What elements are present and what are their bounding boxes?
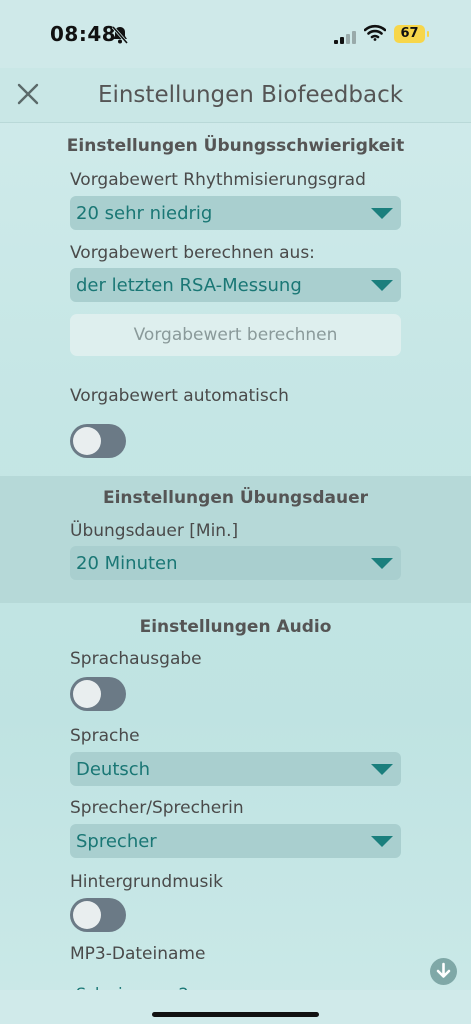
cellular-signal-icon [334,29,356,48]
target-value-label: Vorgabewert Rhythmisierungsgrad [70,170,366,190]
toggle-knob [73,680,101,708]
status-time: 08:48 [50,22,117,46]
bell-muted-icon [111,26,129,48]
language-select[interactable]: Deutsch [70,752,401,786]
page-title: Einstellungen Biofeedback [97,82,404,108]
home-indicator[interactable] [152,1012,319,1017]
duration-label: Übungsdauer [Min.] [70,521,239,541]
calc-from-select[interactable]: der letzten RSA-Messung [70,268,401,302]
calc-from-label: Vorgabewert berechnen aus: [70,243,315,263]
battery-indicator: 67 [394,25,429,43]
auto-target-label: Vorgabewert automatisch [70,386,289,406]
section-title-difficulty: Einstellungen Übungsschwierigkeit [66,136,405,156]
arrow-down-icon [436,962,451,978]
target-value-select[interactable]: 20 sehr niedrig [70,196,401,230]
section-title-duration: Einstellungen Übungsdauer [102,488,369,508]
header-bar: Einstellungen Biofeedback [0,68,471,123]
speaker-label: Sprecher/Sprecherin [70,798,244,818]
caret-down-icon [371,764,393,775]
status-bar: 08:48 67 [0,0,471,68]
duration-selected: 20 Minuten [76,553,178,574]
calc-from-selected: der letzten RSA-Messung [76,275,302,296]
target-value-selected: 20 sehr niedrig [76,203,213,224]
speaker-select[interactable]: Sprecher [70,824,401,858]
wifi-icon [363,24,387,45]
calculate-target-button[interactable]: Vorgabewert berechnen [70,314,401,356]
mp3-filename-label: MP3-Dateiname [70,944,206,964]
auto-target-toggle[interactable] [70,424,126,458]
caret-down-icon [371,558,393,569]
bottom-bar [0,990,471,1024]
caret-down-icon [371,280,393,291]
speech-output-toggle[interactable] [70,677,126,711]
background-music-label: Hintergrundmusik [70,872,223,892]
caret-down-icon [371,208,393,219]
toggle-knob [73,427,101,455]
scroll-down-button[interactable] [430,958,457,985]
caret-down-icon [371,836,393,847]
speech-output-label: Sprachausgabe [70,649,202,669]
language-selected: Deutsch [76,759,151,780]
toggle-knob [73,901,101,929]
language-label: Sprache [70,726,140,746]
speaker-selected: Sprecher [76,831,157,852]
duration-select[interactable]: 20 Minuten [70,546,401,580]
background-music-toggle[interactable] [70,898,126,932]
section-title-audio: Einstellungen Audio [139,617,332,637]
